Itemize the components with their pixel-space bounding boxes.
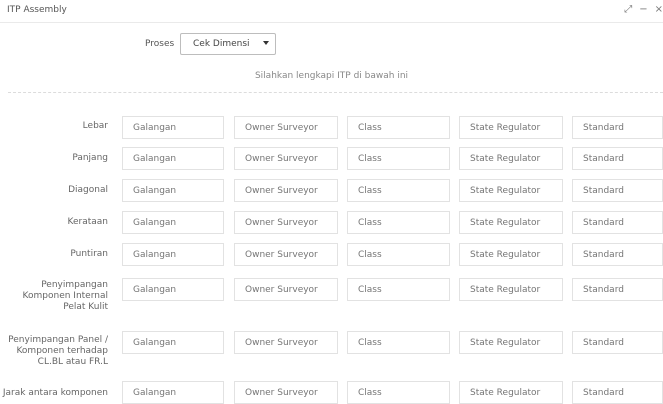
row-label-penyimpangan-komponen: Penyimpangan Komponen Internal Pelat Kul… xyxy=(22,280,108,312)
state-regulator-input[interactable] xyxy=(459,147,563,170)
standard-input[interactable] xyxy=(572,179,663,202)
galangan-input[interactable] xyxy=(122,381,224,404)
title-divider xyxy=(0,22,663,23)
class-input[interactable] xyxy=(347,381,450,404)
galangan-input[interactable] xyxy=(122,211,224,234)
owner-surveyor-input[interactable] xyxy=(234,116,338,139)
row-label-penyimpangan-panel: Penyimpangan Panel / Komponen terhadap C… xyxy=(8,335,108,367)
class-input[interactable] xyxy=(347,211,450,234)
row-label-jarak-antara-komponen: Jarak antara komponen xyxy=(2,388,108,398)
state-regulator-input[interactable] xyxy=(459,381,563,404)
galangan-input[interactable] xyxy=(122,331,224,354)
proses-label: Proses xyxy=(145,39,175,49)
class-input[interactable] xyxy=(347,116,450,139)
row-label-kerataan: Kerataan xyxy=(67,217,108,227)
class-input[interactable] xyxy=(347,147,450,170)
standard-input[interactable] xyxy=(572,211,663,234)
owner-surveyor-input[interactable] xyxy=(234,243,338,266)
standard-input[interactable] xyxy=(572,116,663,139)
standard-input[interactable] xyxy=(572,243,663,266)
standard-input[interactable] xyxy=(572,381,663,404)
owner-surveyor-input[interactable] xyxy=(234,179,338,202)
row-label-diagonal: Diagonal xyxy=(68,185,108,195)
owner-surveyor-input[interactable] xyxy=(234,147,338,170)
state-regulator-input[interactable] xyxy=(459,331,563,354)
window-controls: ⤢ − × xyxy=(624,2,663,18)
proses-select[interactable]: Cek Dimensi xyxy=(180,33,276,55)
minimize-icon[interactable]: − xyxy=(639,5,647,15)
class-input[interactable] xyxy=(347,331,450,354)
class-input[interactable] xyxy=(347,278,450,301)
galangan-input[interactable] xyxy=(122,243,224,266)
owner-surveyor-input[interactable] xyxy=(234,211,338,234)
owner-surveyor-input[interactable] xyxy=(234,381,338,404)
proses-select-value: Cek Dimensi xyxy=(193,39,250,49)
row-label-panjang: Panjang xyxy=(72,153,108,163)
class-input[interactable] xyxy=(347,179,450,202)
class-input[interactable] xyxy=(347,243,450,266)
galangan-input[interactable] xyxy=(122,278,224,301)
state-regulator-input[interactable] xyxy=(459,243,563,266)
galangan-input[interactable] xyxy=(122,116,224,139)
window-title: ITP Assembly xyxy=(7,5,67,15)
close-icon[interactable]: × xyxy=(655,5,663,15)
standard-input[interactable] xyxy=(572,331,663,354)
galangan-input[interactable] xyxy=(122,147,224,170)
owner-surveyor-input[interactable] xyxy=(234,331,338,354)
row-label-puntiran: Puntiran xyxy=(70,249,108,259)
standard-input[interactable] xyxy=(572,278,663,301)
galangan-input[interactable] xyxy=(122,179,224,202)
state-regulator-input[interactable] xyxy=(459,211,563,234)
state-regulator-input[interactable] xyxy=(459,278,563,301)
row-label-lebar: Lebar xyxy=(82,121,108,131)
dashed-divider xyxy=(8,92,663,93)
standard-input[interactable] xyxy=(572,147,663,170)
state-regulator-input[interactable] xyxy=(459,179,563,202)
instruction-text: Silahkan lengkapi ITP di bawah ini xyxy=(254,71,409,81)
expand-icon[interactable]: ⤢ xyxy=(624,5,632,15)
owner-surveyor-input[interactable] xyxy=(234,278,338,301)
state-regulator-input[interactable] xyxy=(459,116,563,139)
chevron-down-icon xyxy=(263,41,269,45)
